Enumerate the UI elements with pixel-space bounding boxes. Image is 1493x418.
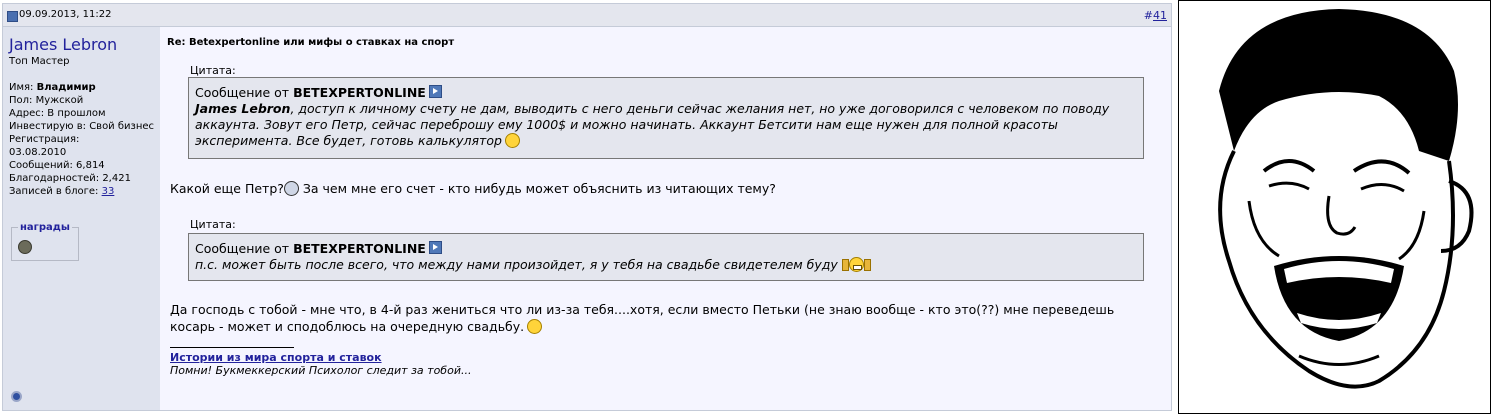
signature-link[interactable]: Истории из мира спорта и ставок: [170, 351, 382, 364]
user-reg-date: 03.08.2010: [9, 147, 67, 158]
smile-icon: [504, 133, 520, 148]
user-gender: Пол: Мужской: [9, 95, 84, 106]
smile-icon: [527, 319, 543, 334]
post-number: #41: [1144, 9, 1167, 22]
thumbs-up-icon: [863, 259, 871, 271]
user-blog-row: Записей в блоге: 33: [9, 185, 157, 198]
quote-author: BETEXPERTONLINE: [293, 85, 426, 100]
quote-text: п.с. может быть после всего, что между н…: [195, 257, 1137, 273]
meme-face-image: [1178, 0, 1491, 414]
user-thanks: Благодарностей: 2,421: [9, 173, 131, 184]
award-icon[interactable]: [18, 240, 32, 254]
user-name-label: Имя:: [9, 82, 37, 93]
quote-from-prefix: Сообщение от: [195, 241, 294, 256]
thumbs-up-icon: [841, 259, 849, 271]
user-messages: Сообщений: 6,814: [9, 160, 105, 171]
user-rank: Топ Мастер: [9, 56, 70, 67]
online-status-icon: [11, 391, 22, 402]
message-part-2: За чем мне его счет - кто нибудь может о…: [298, 181, 776, 196]
quote-body: , доступ к личному счету не дам, выводит…: [195, 101, 1110, 148]
post-status-icon: [7, 11, 18, 22]
post-number-link[interactable]: 41: [1153, 9, 1167, 22]
quote-label: Цитата:: [190, 64, 236, 77]
quote-from-prefix: Сообщение от: [195, 85, 294, 100]
user-stats: Имя: Владимир Пол: Мужской Адрес: В прош…: [9, 81, 157, 198]
message-part-1: Какой еще Петр?: [170, 181, 284, 196]
confused-smiley-icon: [283, 181, 299, 196]
post-content: Re: Betexpertonline или мифы о ставках н…: [167, 27, 1167, 410]
user-sidebar: James Lebron Топ Мастер Имя: Владимир По…: [3, 27, 160, 410]
forum-post: 09.09.2013, 11:22 #41 James Lebron Топ М…: [2, 3, 1172, 411]
user-reg-label: Регистрация:: [9, 134, 80, 145]
username-link[interactable]: James Lebron: [9, 35, 117, 54]
quote-box: Сообщение от BETEXPERTONLINE James Lebro…: [188, 77, 1144, 159]
user-name-row: Имя: Владимир: [9, 81, 157, 94]
quote-text: James Lebron, доступ к личному счету не …: [195, 101, 1137, 149]
signature-text: Помни! Букмеккерский Психолог следит за …: [170, 364, 472, 377]
awards-box: награды: [11, 222, 79, 261]
user-blog-link[interactable]: 33: [102, 186, 115, 197]
quote-box: Сообщение от BETEXPERTONLINE п.с. может …: [188, 233, 1144, 281]
awards-label: награды: [18, 222, 72, 233]
quote-body: п.с. может быть после всего, что между н…: [195, 257, 838, 272]
user-blog-label: Записей в блоге:: [9, 186, 102, 197]
post-title: Re: Betexpertonline или мифы о ставках н…: [167, 37, 455, 48]
signature-divider: [170, 347, 294, 348]
post-number-prefix: #: [1143, 9, 1153, 22]
user-address: Адрес: В прошлом: [9, 108, 106, 119]
post-header: 09.09.2013, 11:22 #41: [3, 4, 1171, 27]
message-text: Да господь с тобой - мне что, в 4-й раз …: [170, 301, 1130, 335]
quote-mention: James Lebron: [195, 101, 291, 116]
post-date: 09.09.2013, 11:22: [19, 9, 112, 20]
user-name-value: Владимир: [36, 82, 96, 93]
view-post-arrow-icon[interactable]: [428, 241, 442, 254]
view-post-arrow-icon[interactable]: [428, 85, 442, 98]
quote-author: BETEXPERTONLINE: [293, 241, 426, 256]
message-text: Какой еще Петр? За чем мне его счет - кт…: [170, 180, 776, 197]
quote-from: Сообщение от BETEXPERTONLINE: [195, 85, 1137, 101]
laughing-face-drawing: [1218, 9, 1474, 389]
message-body: Да господь с тобой - мне что, в 4-й раз …: [170, 302, 1115, 334]
laughing-smiley-icon: [848, 257, 864, 272]
quote-label: Цитата:: [190, 218, 236, 231]
user-invest: Инвестирую в: Свой бизнес: [9, 121, 155, 132]
quote-from: Сообщение от BETEXPERTONLINE: [195, 241, 1137, 257]
